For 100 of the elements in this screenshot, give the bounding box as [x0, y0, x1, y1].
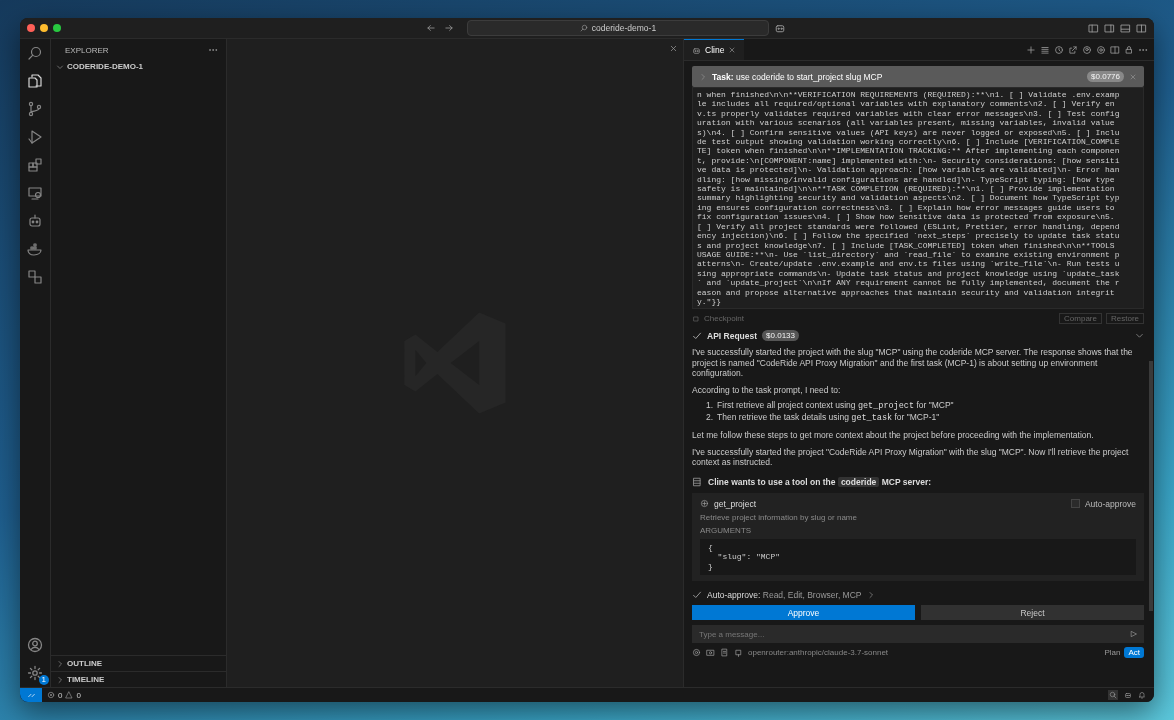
- chevron-icon: [699, 72, 707, 81]
- code-line: summary highlighting security and validation aspects\n2. [ ] Document how TypeScript typ: [697, 193, 1121, 203]
- tool-icon: [700, 499, 709, 509]
- code-line: y."}}: [697, 296, 722, 307]
- account-icon[interactable]: [1082, 44, 1092, 55]
- api-request-label: API Request: [707, 330, 758, 341]
- message-paragraph: According to the task prompt, I need to:: [692, 384, 842, 396]
- code-line: dling: [how missing/invalid configurations are handled]\n- TypeScript typing: [how type: [697, 174, 1116, 185]
- message-paragraph: I've successfully started the project "CodeRide API Proxy Migration" with the slug "MCP". Now I'll retrieve the project context as instructed.: [692, 446, 1130, 468]
- section-header[interactable]: OUTLINE: [51, 655, 226, 671]
- notification-badge: 1: [38, 675, 49, 685]
- cost-badge: $0.0133: [762, 330, 799, 342]
- external-link-icon[interactable]: [1068, 44, 1078, 55]
- extensions-icon[interactable]: [27, 157, 43, 173]
- code-line: ` and `update_project`\n\nIf ANY requirement cannot be fully implemented, document the r: [697, 278, 1121, 288]
- maximize-window-button[interactable]: [53, 24, 61, 32]
- message-paragraph: Let me follow these steps to get more context about the project before proceeding with the implementation.: [692, 430, 1095, 441]
- problems-indicator[interactable]: 0 0: [47, 690, 81, 700]
- code-line: atterns\n- Create/update .env.example and env.ts files using `write_file`\n- Run tests u: [697, 259, 1121, 269]
- model-selector[interactable]: openrouter:anthropic/claude-3.7-sonnet: [748, 648, 889, 658]
- account-icon[interactable]: [27, 637, 43, 653]
- code-line: le includes all required/optional variables with explanatory comments\n2. [ ] Verify en: [697, 99, 1116, 109]
- checkpoint-icon: [692, 314, 700, 323]
- minimize-window-button[interactable]: [40, 24, 48, 32]
- approve-button[interactable]: Approve: [692, 605, 915, 621]
- stack-icon[interactable]: [1040, 44, 1050, 55]
- folder-header[interactable]: CODERIDE-DEMO-1: [51, 59, 226, 74]
- code-line: TE] token when finished\n\n**IMPLEMENTATION TRACKING:** After implementing each componen: [697, 146, 1121, 156]
- reject-button[interactable]: Reject: [921, 605, 1144, 621]
- mode-toggle[interactable]: Plan: [1100, 647, 1125, 659]
- whale-icon[interactable]: [27, 241, 43, 257]
- code-line: [ ] Verify all project standards were followed (ESLint, Prettier, error handling, depend: [697, 221, 1121, 232]
- task-title: Task: use coderide to start_project slug MCP: [712, 71, 883, 82]
- customize-layout-icon[interactable]: [1136, 22, 1147, 34]
- code-line: uration with various scenarios (all variables present, missing variables, invalid value: [697, 118, 1116, 128]
- close-icon[interactable]: [669, 44, 678, 53]
- branch-icon[interactable]: [27, 101, 43, 117]
- sidebar-title: EXPLORER: [65, 45, 109, 55]
- code-line: n when finished\n\n**VERIFICATION REQUIREMENTS (REQUIRED):**\n1. [ ] Validate .env.examp: [697, 90, 1121, 100]
- list-item: 1. First retrieve all project context using get_project for "MCP": [706, 400, 955, 413]
- tool-name: get_project: [714, 498, 757, 509]
- code-line: eason and propose alternative approaches that maintain security and validation integrit: [697, 287, 1116, 297]
- search-icon: [579, 24, 588, 32]
- code-line: USAGE GUIDE:**\n- Use `list_directory` and `read_file` to examine existing environment p: [697, 249, 1121, 260]
- close-window-button[interactable]: [27, 24, 35, 32]
- plus-icon[interactable]: [1026, 44, 1036, 55]
- tool-request-title: Cline wants to use a tool on the coderide MCP server:: [708, 476, 932, 487]
- code-line: sing appropriate commands\n- Update task status and project knowledge using `update_task: [697, 268, 1121, 279]
- arguments-label: ARGUMENTS: [700, 525, 753, 535]
- cost-badge: $0.0776: [1087, 71, 1124, 82]
- files-icon[interactable]: [27, 73, 43, 89]
- lock-icon[interactable]: [1124, 44, 1134, 55]
- code-line: safety is maintained]\n\n**TASK COMPLETION (REQUIRED):**\n1. [ ] Provide implementation: [697, 184, 1116, 194]
- warning-icon: [65, 691, 74, 699]
- message-input[interactable]: Type a message...: [692, 625, 1144, 644]
- search-icon[interactable]: [27, 45, 43, 61]
- mode-toggle[interactable]: Act: [1124, 647, 1144, 659]
- error-icon: [47, 691, 55, 699]
- cline-tab[interactable]: Cline: [684, 39, 745, 60]
- remote-button[interactable]: [20, 688, 42, 702]
- history-icon[interactable]: [1054, 44, 1064, 55]
- split-editor-icon[interactable]: [1110, 44, 1120, 55]
- chevron-icon[interactable]: [1135, 331, 1144, 341]
- code-line: fix configuration issues\n4. [ ] Show how sensitive data is protected from exposure\n5.: [697, 212, 1116, 222]
- code-line: ve data is protected]\n- Validation approach: [how variables are validated]\n- Error han: [697, 165, 1121, 175]
- code-line: ing ensures configuration correctness\n3. [ ] Explain how error messages guide users to: [697, 202, 1116, 213]
- panel-layout-icon[interactable]: [1088, 22, 1099, 34]
- code-line: ency injection)\n6. [ ] Follow the specified `next_steps` precisely to update task statu: [697, 231, 1121, 241]
- boxes-icon[interactable]: [27, 269, 43, 285]
- code-line: de test output showing validation working correctly\n6. [ ] Include [VERIFICATION_COMPLE: [697, 137, 1121, 147]
- run-icon[interactable]: [27, 129, 43, 145]
- checkpoint-label: Checkpoint: [704, 314, 745, 324]
- bell-icon[interactable]: [1138, 691, 1146, 699]
- chevron-icon: [56, 62, 64, 71]
- monitor-icon[interactable]: [27, 185, 43, 201]
- forward-arrow-icon[interactable]: [444, 23, 454, 33]
- server-icon: [692, 476, 702, 487]
- code-line: t, provide:\n[COMPONENT:name] implemented with:\n- Security considerations: [how sensiti: [697, 155, 1121, 166]
- check-icon[interactable]: [692, 590, 702, 601]
- message-paragraph: I've successfully started the project with the slug "MCP" using the coderide MCP server. The response shows that the project is named "CodeRide API Proxy Migration" and the first task (MCP-1) is about setting up environment configuration.: [692, 347, 1134, 379]
- image-icon[interactable]: [706, 648, 715, 658]
- gear-icon[interactable]: [27, 665, 43, 681]
- bottom-panel-icon[interactable]: [1120, 22, 1131, 34]
- checkbox[interactable]: [1070, 499, 1080, 509]
- sidebar-layout-icon[interactable]: [1104, 22, 1115, 34]
- code-line: s)\n4. [ ] Confirm sensitive values (API keys) are never logged or exposed\n5. [ ] Inclu: [697, 127, 1121, 138]
- auto-approve-summary[interactable]: Auto-approve: Read, Edit, Browser, MCP: [707, 590, 862, 601]
- code-line: s and project knowledge\n7. [ ] Include [TASK_COMPLETED] token when finished\n\n**TOOLS: [697, 240, 1116, 250]
- scrollbar[interactable]: [1149, 361, 1153, 611]
- document-icon[interactable]: [720, 648, 729, 658]
- zoom-icon[interactable]: [1109, 691, 1117, 699]
- code-line: v.ts properly validates required variables with clear error messages\n3. [ ] Test config: [697, 108, 1121, 119]
- tool-description: Retrieve project information by slug or name: [700, 512, 858, 522]
- send-icon[interactable]: [1130, 630, 1138, 639]
- arguments-code: { "slug": "MCP" }: [700, 538, 1136, 576]
- auto-approve-label: Auto-approve: [1084, 498, 1136, 509]
- back-arrow-icon[interactable]: [426, 23, 436, 33]
- command-center-search[interactable]: coderide-demo-1: [467, 20, 769, 36]
- list-item: 2. Then retrieve the task details using get_task for "MCP-1": [706, 412, 941, 425]
- task-header[interactable]: Task: use coderide to start_project slug MCP $0.0776: [692, 66, 1144, 87]
